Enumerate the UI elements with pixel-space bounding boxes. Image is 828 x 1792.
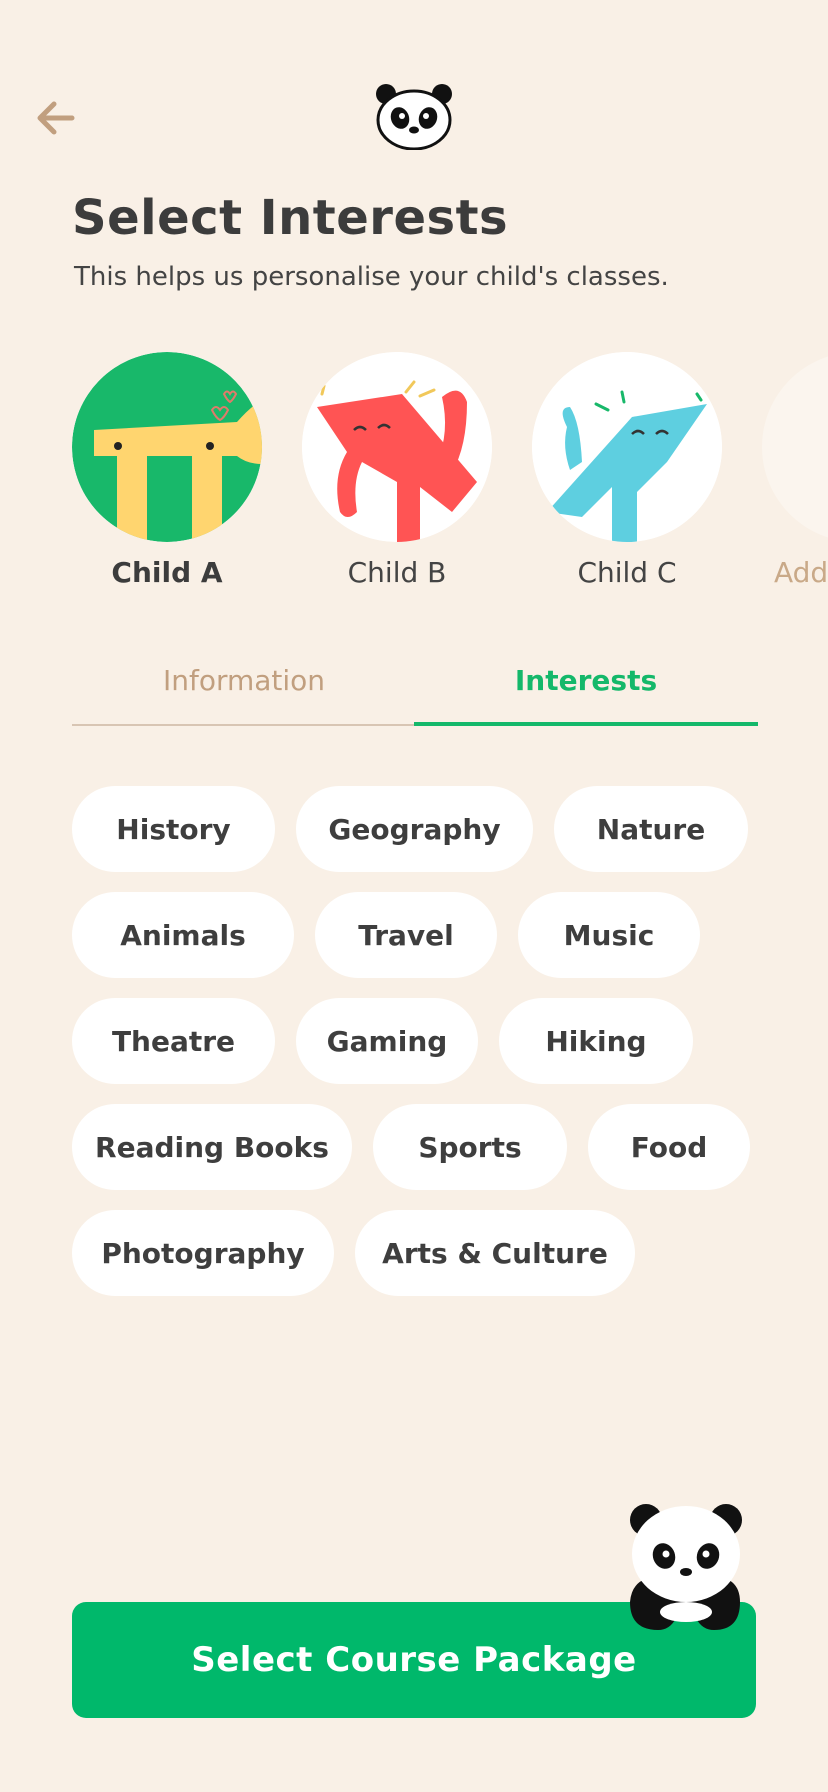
child-card-b[interactable]: Child B: [302, 352, 492, 589]
interest-chip[interactable]: Animals: [72, 892, 294, 978]
interest-chip[interactable]: Geography: [296, 786, 533, 872]
panda-logo-icon: [376, 84, 452, 150]
child-b-avatar: [302, 352, 492, 542]
interest-chip[interactable]: Food: [588, 1104, 750, 1190]
child-a-avatar: [72, 352, 262, 542]
back-button[interactable]: [30, 92, 82, 144]
arrow-left-icon: [37, 101, 75, 135]
add-child-card[interactable]: Add: [762, 352, 828, 589]
page-title: Select Interests: [72, 190, 509, 246]
interest-chip[interactable]: Theatre: [72, 998, 275, 1084]
child-c-avatar: [532, 352, 722, 542]
add-child-name: Add: [774, 556, 828, 589]
add-child-avatar: [762, 352, 828, 542]
interest-chip[interactable]: Music: [518, 892, 700, 978]
interest-chip[interactable]: Hiking: [499, 998, 693, 1084]
interest-chips: History Geography Nature Animals Travel …: [72, 786, 772, 1316]
child-a-name: Child A: [111, 556, 223, 589]
interest-chip[interactable]: Sports: [373, 1104, 567, 1190]
child-b-name: Child B: [347, 556, 447, 589]
child-card-a[interactable]: Child A: [72, 352, 262, 589]
interest-chip[interactable]: Arts & Culture: [355, 1210, 635, 1296]
child-c-name: Child C: [577, 556, 677, 589]
interest-chip[interactable]: Gaming: [296, 998, 478, 1084]
interest-chip[interactable]: Photography: [72, 1210, 334, 1296]
page-subtitle: This helps us personalise your child's c…: [74, 262, 669, 292]
child-selector: Child A Child B Child C Add: [0, 352, 828, 602]
interest-chip[interactable]: History: [72, 786, 275, 872]
tab-interests[interactable]: Interests: [414, 650, 758, 726]
child-card-c[interactable]: Child C: [532, 352, 722, 589]
interest-chip[interactable]: Travel: [315, 892, 497, 978]
tab-information[interactable]: Information: [72, 650, 416, 726]
interest-chip[interactable]: Nature: [554, 786, 748, 872]
interest-chip[interactable]: Reading Books: [72, 1104, 352, 1190]
tab-bar: Information Interests: [72, 650, 760, 726]
panda-mascot-icon: [630, 1504, 742, 1630]
